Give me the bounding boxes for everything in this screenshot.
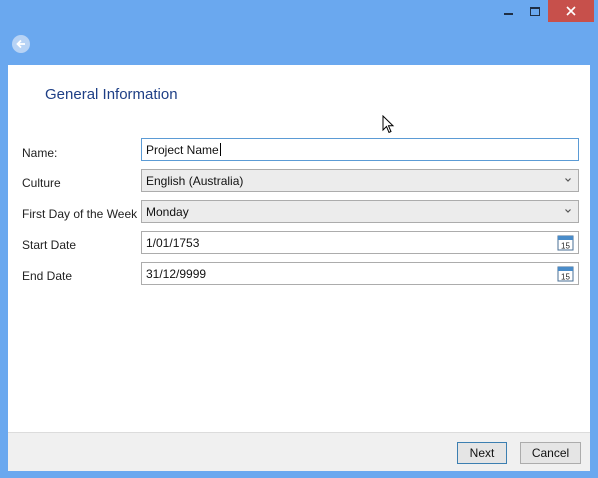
close-button[interactable]: [548, 0, 594, 22]
back-arrow-icon: [16, 39, 25, 49]
chevron-down-icon: [565, 209, 571, 213]
calendar-day: 15: [561, 273, 570, 282]
first-day-select[interactable]: Monday: [141, 200, 579, 223]
calendar-icon[interactable]: 15: [557, 234, 574, 251]
culture-select[interactable]: English (Australia): [141, 169, 579, 192]
minimize-icon: [503, 13, 513, 15]
close-icon: [566, 6, 576, 16]
end-date-label: End Date: [22, 269, 73, 283]
name-input[interactable]: Project Name: [141, 138, 579, 161]
start-date-picker[interactable]: 1/01/1753 15: [141, 231, 579, 254]
first-day-value: Monday: [146, 204, 189, 219]
first-day-label: First Day of the Week: [22, 207, 138, 221]
chevron-down-icon: [565, 178, 571, 182]
calendar-icon[interactable]: 15: [557, 265, 574, 282]
maximize-icon: [530, 6, 540, 16]
name-label: Name:: [22, 146, 58, 160]
maximize-button[interactable]: [522, 0, 548, 22]
window-titlebar: [0, 0, 598, 30]
start-date-label: Start Date: [22, 238, 77, 252]
mouse-pointer-icon: [382, 115, 395, 134]
end-date-picker[interactable]: 31/12/9999 15: [141, 262, 579, 285]
next-button[interactable]: Next: [457, 442, 507, 464]
minimize-button[interactable]: [494, 0, 522, 22]
cancel-button[interactable]: Cancel: [520, 442, 581, 464]
wizard-content: General Information Name: Project Name C…: [8, 65, 590, 471]
start-date-value: 1/01/1753: [146, 235, 200, 250]
back-button[interactable]: [12, 35, 30, 53]
page-title: General Information: [45, 86, 178, 103]
culture-label: Culture: [22, 176, 61, 190]
end-date-value: 31/12/9999: [146, 266, 207, 281]
culture-value: English (Australia): [146, 173, 244, 188]
calendar-day: 15: [561, 242, 570, 251]
text-caret: [219, 143, 221, 156]
wizard-footer: Next Cancel: [8, 432, 590, 471]
name-value: Project Name: [146, 142, 219, 157]
